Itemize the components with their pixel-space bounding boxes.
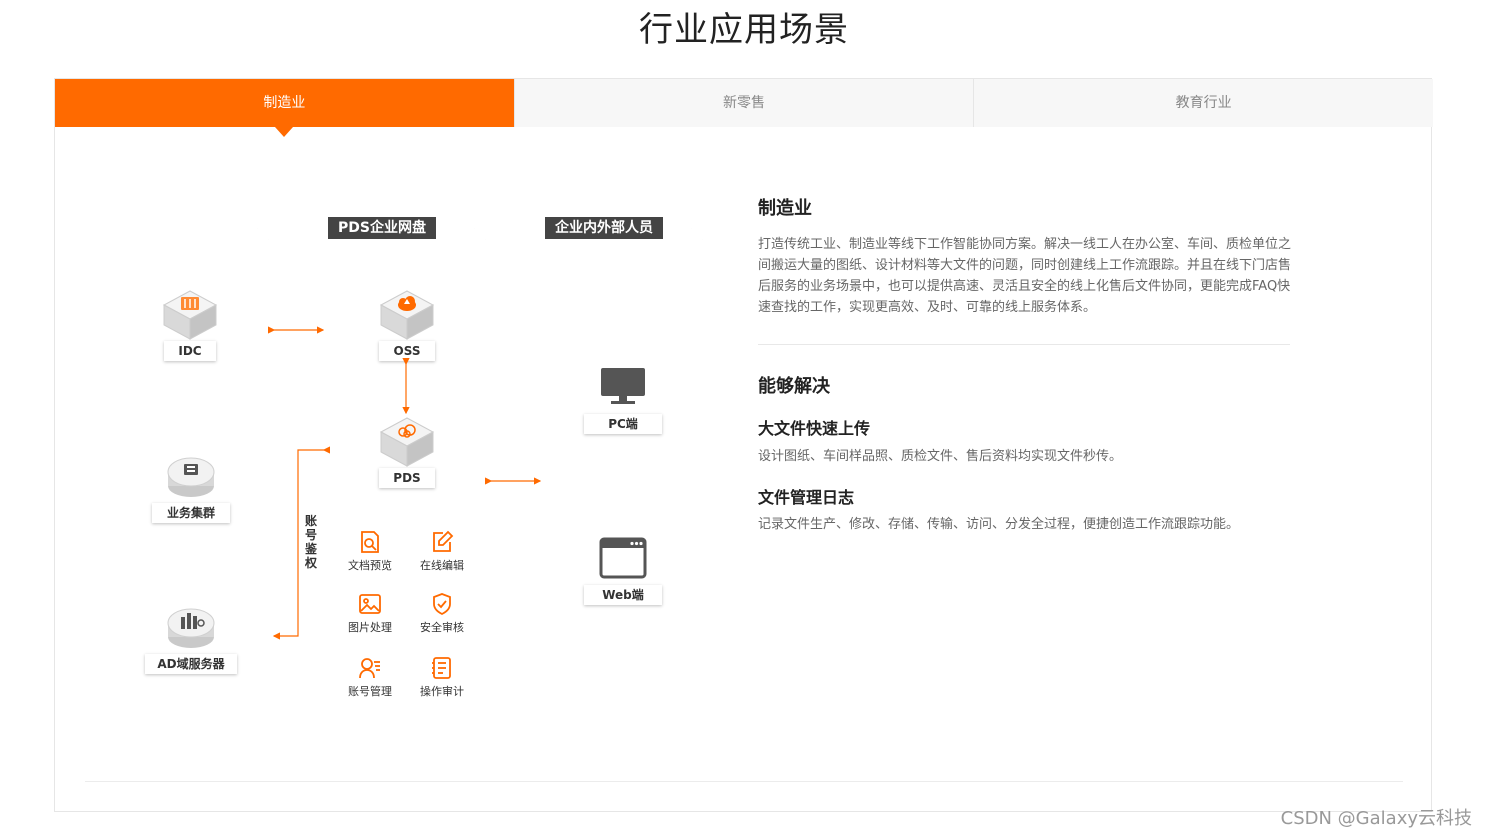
watermark: CSDN @Galaxy云科技 — [1280, 808, 1472, 829]
solve-section-title: 能够解决 — [758, 376, 830, 397]
diagram-connectors — [268, 326, 542, 640]
connector-auth-bracket — [272, 446, 330, 640]
item-text-fast-upload: 设计图纸、车间样品照、质检文件、售后资料均实现文件秒传。 — [758, 449, 1123, 464]
scenario-title: 制造业 — [758, 198, 812, 219]
item-title-file-log: 文件管理日志 — [758, 488, 855, 507]
item-title-fast-upload: 大文件快速上传 — [758, 419, 871, 438]
content-divider — [758, 344, 1290, 345]
scenario-description: 打造传统工业、制造业等线下工作智能协同方案。解决一线工人在办公室、车间、质检单位… — [758, 237, 1292, 315]
item-text-file-log: 记录文件生产、修改、存储、传输、访问、分发全过程，便捷创造工作流跟踪功能。 — [758, 517, 1240, 532]
